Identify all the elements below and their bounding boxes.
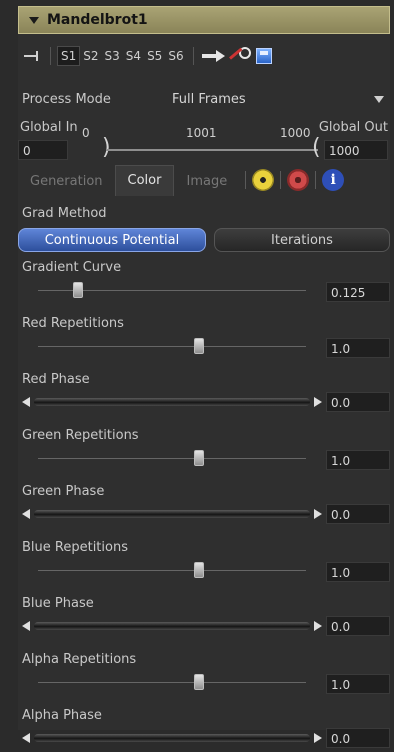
tab-generation[interactable]: Generation xyxy=(18,168,115,196)
slot-s1[interactable]: S1 xyxy=(57,46,81,66)
toolbar: S1 S2 S3 S4 S5 S6 xyxy=(18,43,390,69)
thumbwheel-track[interactable] xyxy=(34,734,310,742)
grad-method-label: Grad Method xyxy=(22,206,107,221)
gradient-curve-control: Gradient Curve 0.125 xyxy=(18,260,390,304)
range-tick-end: 1000 xyxy=(280,126,311,140)
alpha-phase-label: Alpha Phase xyxy=(22,708,102,723)
chevron-down-icon xyxy=(374,95,384,103)
arrow-left-icon[interactable] xyxy=(22,397,30,407)
alpha-repetitions-label: Alpha Repetitions xyxy=(22,652,137,667)
blue-phase-thumbwheel[interactable] xyxy=(22,620,322,632)
global-in-field[interactable]: 0 xyxy=(18,140,68,160)
global-out-field[interactable]: 1000 xyxy=(324,140,388,160)
thumbwheel-track[interactable] xyxy=(34,398,310,406)
tab-color[interactable]: Color xyxy=(114,165,175,196)
alpha-repetitions-slider-track[interactable] xyxy=(38,682,306,683)
red-phase-value-field[interactable]: 0.0 xyxy=(326,392,390,412)
alpha-repetitions-slider-thumb[interactable] xyxy=(193,674,204,690)
green-repetitions-label: Green Repetitions xyxy=(22,428,139,443)
alpha-repetitions-control: Alpha Repetitions 1.0 xyxy=(18,652,390,696)
red-repetitions-slider-track[interactable] xyxy=(38,346,306,347)
process-mode-dropdown[interactable]: Full Frames xyxy=(172,88,390,110)
process-mode-row: Process Mode Full Frames xyxy=(18,88,390,110)
slot-s4[interactable]: S4 xyxy=(123,47,144,65)
blue-repetitions-slider-track[interactable] xyxy=(38,570,306,571)
green-phase-label: Green Phase xyxy=(22,484,105,499)
range-tick-start: 0 xyxy=(82,126,90,140)
green-repetitions-control: Green Repetitions 1.0 xyxy=(18,428,390,472)
alpha-phase-control: Alpha Phase 0.0 xyxy=(18,708,390,752)
blue-phase-label: Blue Phase xyxy=(22,596,94,611)
red-repetitions-value-field[interactable]: 1.0 xyxy=(326,338,390,358)
tab-divider xyxy=(245,171,247,189)
radioactive-icon[interactable] xyxy=(252,169,275,191)
arrow-right-icon[interactable] xyxy=(314,733,322,743)
global-range-track[interactable] xyxy=(106,149,318,151)
red-phase-label: Red Phase xyxy=(22,372,90,387)
red-repetitions-label: Red Repetitions xyxy=(22,316,124,331)
blue-repetitions-slider-thumb[interactable] xyxy=(193,562,204,578)
green-phase-control: Green Phase 0.0 xyxy=(18,484,390,528)
green-repetitions-slider-thumb[interactable] xyxy=(193,450,204,466)
slot-s3[interactable]: S3 xyxy=(102,47,123,65)
gradient-curve-label: Gradient Curve xyxy=(22,260,122,275)
green-phase-thumbwheel[interactable] xyxy=(22,508,322,520)
apply-arrow-icon[interactable] xyxy=(201,49,228,63)
green-repetitions-value-field[interactable]: 1.0 xyxy=(326,450,390,470)
alpha-repetitions-value-field[interactable]: 1.0 xyxy=(326,674,390,694)
arrow-left-icon[interactable] xyxy=(22,509,30,519)
slot-s5[interactable]: S5 xyxy=(144,47,165,65)
node-header[interactable]: Mandelbrot1 xyxy=(18,6,390,34)
gradient-curve-value-field[interactable]: 0.125 xyxy=(326,282,390,302)
collapse-triangle-icon[interactable] xyxy=(29,16,39,24)
blue-repetitions-control: Blue Repetitions 1.0 xyxy=(18,540,390,584)
red-repetitions-slider-thumb[interactable] xyxy=(193,338,204,354)
global-out-label: Global Out xyxy=(318,120,388,135)
global-range: Global In Global Out 0 1001 1000 0 ) ( 1… xyxy=(18,116,390,160)
iterations-button[interactable]: Iterations xyxy=(214,228,390,252)
save-settings-icon[interactable] xyxy=(255,48,272,64)
global-in-label: Global In xyxy=(20,120,78,135)
tab-divider xyxy=(315,171,317,189)
range-end-handle[interactable]: ( xyxy=(312,137,321,159)
thumbwheel-track[interactable] xyxy=(34,510,310,518)
slot-s2[interactable]: S2 xyxy=(80,47,101,65)
gear-icon[interactable] xyxy=(287,169,310,191)
arrow-left-icon[interactable] xyxy=(22,621,30,631)
green-phase-value-field[interactable]: 0.0 xyxy=(326,504,390,524)
blue-phase-control: Blue Phase 0.0 xyxy=(18,596,390,640)
red-repetitions-control: Red Repetitions 1.0 xyxy=(18,316,390,360)
process-mode-value: Full Frames xyxy=(172,91,246,107)
range-start-handle[interactable]: ) xyxy=(102,137,111,159)
grad-method-buttons: Continuous Potential Iterations xyxy=(18,228,390,252)
slot-s6[interactable]: S6 xyxy=(165,47,186,65)
tab-divider xyxy=(280,171,282,189)
arrow-left-icon[interactable] xyxy=(22,733,30,743)
blue-phase-value-field[interactable]: 0.0 xyxy=(326,616,390,636)
keyframe-key-icon[interactable] xyxy=(228,46,252,66)
green-repetitions-slider-track[interactable] xyxy=(38,458,306,459)
pin-icon[interactable] xyxy=(24,50,44,62)
tab-image[interactable]: Image xyxy=(174,168,239,196)
node-title: Mandelbrot1 xyxy=(47,12,148,28)
range-tick-mid: 1001 xyxy=(186,126,217,140)
arrow-right-icon[interactable] xyxy=(314,509,322,519)
arrow-right-icon[interactable] xyxy=(314,397,322,407)
process-mode-label: Process Mode xyxy=(22,91,111,107)
inspector-panel: Mandelbrot1 S1 S2 S3 S4 S5 S6 Process Mo… xyxy=(18,6,390,748)
tab-bar: Generation Color Image i xyxy=(18,164,390,196)
blue-repetitions-label: Blue Repetitions xyxy=(22,540,128,555)
thumbwheel-track[interactable] xyxy=(34,622,310,630)
red-phase-thumbwheel[interactable] xyxy=(22,396,322,408)
alpha-phase-value-field[interactable]: 0.0 xyxy=(326,728,390,748)
red-phase-control: Red Phase 0.0 xyxy=(18,372,390,416)
toolbar-divider xyxy=(50,47,51,65)
toolbar-divider xyxy=(192,47,194,65)
continuous-potential-button[interactable]: Continuous Potential xyxy=(18,228,206,252)
blue-repetitions-value-field[interactable]: 1.0 xyxy=(326,562,390,582)
info-icon[interactable]: i xyxy=(322,169,345,191)
arrow-right-icon[interactable] xyxy=(314,621,322,631)
gradient-curve-slider-thumb[interactable] xyxy=(73,282,84,298)
